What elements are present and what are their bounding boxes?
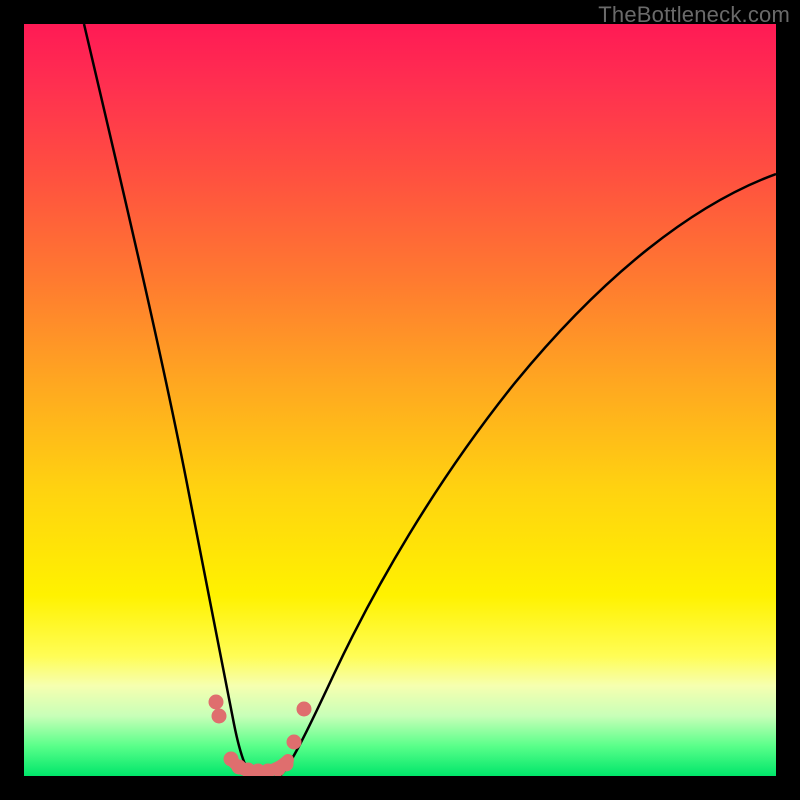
watermark-text: TheBottleneck.com: [598, 2, 790, 28]
left-curve: [84, 24, 252, 776]
valley-marker-group: [209, 695, 311, 776]
marker-dot: [297, 702, 311, 716]
chart-frame: TheBottleneck.com: [0, 0, 800, 800]
marker-dot: [209, 695, 223, 709]
chart-svg: [24, 24, 776, 776]
marker-dot: [287, 735, 301, 749]
plot-area: [24, 24, 776, 776]
marker-dot: [212, 709, 226, 723]
right-curve: [280, 174, 776, 776]
